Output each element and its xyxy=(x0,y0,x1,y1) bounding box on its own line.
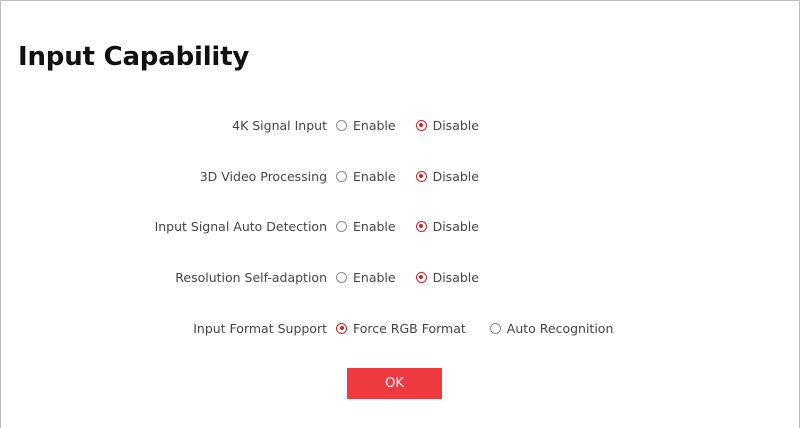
force-rgb-format-radio-option[interactable]: Force RGB Format xyxy=(336,321,466,336)
option-label: Enable xyxy=(353,218,396,234)
radio-checked-icon[interactable] xyxy=(415,170,427,182)
option-label: Auto Recognition xyxy=(506,320,614,336)
setting-row-3d-video-processing: 3D Video Processing Enable Disable xyxy=(0,166,800,186)
disable-radio-option[interactable]: Disable xyxy=(415,269,479,285)
radio-unchecked-icon[interactable] xyxy=(336,220,347,232)
radio-unchecked-icon[interactable] xyxy=(336,271,347,283)
radio-checked-icon[interactable] xyxy=(415,271,427,283)
option-label: Enable xyxy=(353,168,396,184)
option-label: Disable xyxy=(432,117,479,133)
setting-row-input-signal-auto-detection: Input Signal Auto Detection Enable Disab… xyxy=(0,216,800,236)
page-title: Input Capability xyxy=(18,42,250,72)
radio-checked-icon[interactable] xyxy=(336,322,347,334)
enable-radio-option[interactable]: Enable xyxy=(336,169,396,184)
option-label: Force RGB Format xyxy=(353,320,466,336)
radio-unchecked-icon[interactable] xyxy=(336,170,347,182)
radio-checked-icon[interactable] xyxy=(415,220,427,232)
setting-row-input-format-support: Input Format Support Force RGB Format Au… xyxy=(0,318,800,338)
radio-unchecked-icon[interactable] xyxy=(336,119,347,131)
setting-row-4k-signal-input: 4K Signal Input Enable Disable xyxy=(0,115,800,135)
setting-label: Resolution Self-adaption xyxy=(175,269,327,285)
disable-radio-option[interactable]: Disable xyxy=(415,218,479,234)
option-label: Disable xyxy=(432,269,479,285)
setting-label: 3D Video Processing xyxy=(199,168,327,184)
disable-radio-option[interactable]: Disable xyxy=(415,117,479,133)
enable-radio-option[interactable]: Enable xyxy=(336,270,396,285)
setting-label: Input Signal Auto Detection xyxy=(154,218,327,234)
setting-label: 4K Signal Input xyxy=(232,117,327,133)
option-label: Enable xyxy=(353,117,396,133)
radio-checked-icon[interactable] xyxy=(415,119,427,131)
option-label: Disable xyxy=(432,218,479,234)
option-label: Enable xyxy=(353,269,396,285)
enable-radio-option[interactable]: Enable xyxy=(336,118,396,133)
enable-radio-option[interactable]: Enable xyxy=(336,219,396,234)
setting-label: Input Format Support xyxy=(193,320,327,336)
option-label: Disable xyxy=(432,168,479,184)
disable-radio-option[interactable]: Disable xyxy=(415,168,479,184)
auto-recognition-radio-option[interactable]: Auto Recognition xyxy=(489,320,614,336)
radio-unchecked-icon[interactable] xyxy=(489,322,501,334)
ok-button[interactable]: OK xyxy=(347,368,442,399)
setting-row-resolution-self-adaption: Resolution Self-adaption Enable Disable xyxy=(0,267,800,287)
